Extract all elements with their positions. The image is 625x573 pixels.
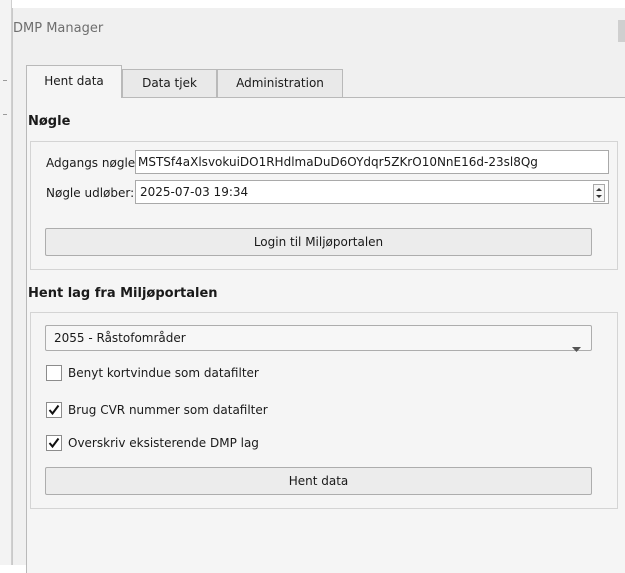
tab-label: Administration — [236, 76, 324, 90]
fetch-data-button[interactable]: Hent data — [45, 467, 592, 495]
access-key-input[interactable]: MSTSf4aXlsvokuiDO1RHdlmaDuD6OYdqr5ZKrO10… — [135, 150, 609, 174]
section-title-fetch: Hent lag fra Miljøportalen — [28, 286, 218, 301]
background-window-edge — [0, 0, 12, 565]
access-key-label: Adgangs nøgle — [46, 156, 136, 170]
edge-mark — [3, 114, 7, 115]
hent-data-panel: Nøgle Adgangs nøgle MSTSf4aXlsvokuiDO1RH… — [26, 97, 625, 573]
title-bar-button[interactable] — [618, 20, 625, 42]
expiry-datetime-field[interactable]: 2025-07-03 19:34 — [135, 180, 609, 204]
layer-select-value: 2055 - Råstofområder — [54, 331, 186, 345]
key-groupbox: Adgangs nøgle MSTSf4aXlsvokuiDO1RHdlmaDu… — [30, 141, 618, 270]
option-label: Overskriv eksisterende DMP lag — [68, 436, 259, 450]
expiry-value: 2025-07-03 19:34 — [140, 185, 249, 199]
checkbox-cvr-filter[interactable] — [46, 402, 62, 418]
title-bar: DMP Manager — [13, 8, 625, 48]
layer-select[interactable]: 2055 - Råstofområder — [45, 325, 592, 352]
dmp-manager-window: DMP Manager Hent data Data tjek Administ… — [12, 8, 625, 573]
login-button[interactable]: Login til Miljøportalen — [45, 228, 592, 256]
expiry-label: Nøgle udløber: — [46, 186, 135, 200]
checkbox-map-filter[interactable] — [46, 365, 62, 381]
checkmark-icon — [48, 437, 60, 449]
chevron-down-icon — [572, 336, 581, 360]
option-label: Brug CVR nummer som datafilter — [68, 403, 268, 417]
checkbox-overwrite-layer[interactable] — [46, 435, 62, 451]
option-label: Benyt kortvindue som datafilter — [68, 366, 259, 380]
fetch-groupbox: 2055 - Råstofområder Benyt kortvindue so… — [30, 312, 618, 509]
tab-hent-data[interactable]: Hent data — [26, 65, 122, 98]
checkmark-icon — [48, 404, 60, 416]
edge-mark — [3, 80, 7, 81]
tab-administration[interactable]: Administration — [217, 69, 343, 97]
window-title: DMP Manager — [13, 21, 104, 36]
tab-label: Hent data — [44, 74, 104, 88]
tab-label: Data tjek — [142, 76, 197, 90]
tab-data-tjek[interactable]: Data tjek — [122, 69, 217, 97]
spinner-arrows-icon[interactable] — [593, 184, 605, 202]
section-title-key: Nøgle — [28, 114, 71, 129]
